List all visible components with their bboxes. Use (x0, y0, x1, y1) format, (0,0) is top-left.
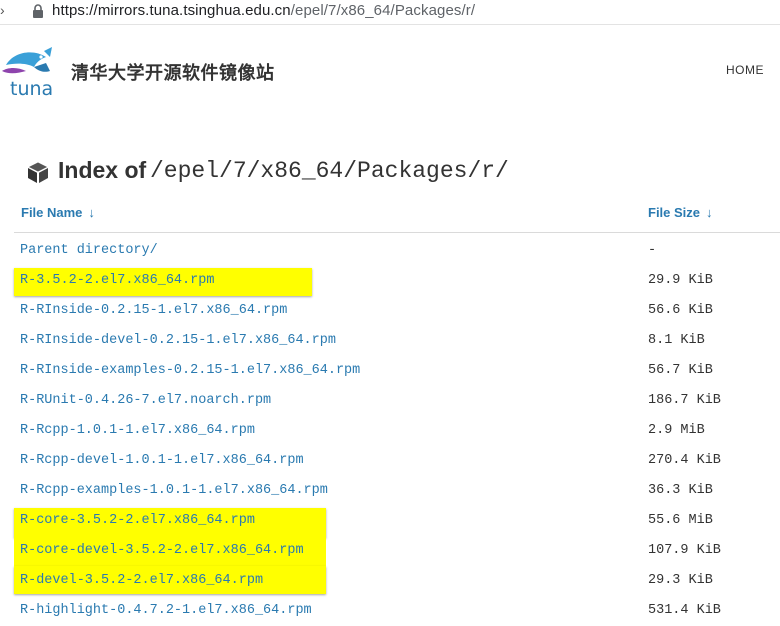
file-link[interactable]: R-core-3.5.2-2.el7.x86_64.rpm (20, 513, 255, 528)
table-row: R-core-3.5.2-2.el7.x86_64.rpm 55.6 MiB (0, 506, 780, 538)
site-header: tuna 清华大学开源软件镜像站 HOME (0, 25, 780, 111)
table-row: R-RInside-devel-0.2.15-1.el7.x86_64.rpm … (0, 326, 780, 356)
index-label: Index of (58, 157, 147, 183)
url-scheme: https:// (52, 2, 98, 19)
file-size: 36.3 KiB (648, 483, 713, 498)
table-row: R-RUnit-0.4.26-7.el7.noarch.rpm 186.7 Ki… (0, 386, 780, 416)
site-title[interactable]: 清华大学开源软件镜像站 (71, 59, 275, 85)
file-link[interactable]: R-Rcpp-devel-1.0.1-1.el7.x86_64.rpm (20, 453, 304, 468)
header-divider (14, 232, 780, 233)
file-size: 2.9 MiB (648, 423, 705, 438)
lock-icon (33, 4, 43, 18)
table-row: R-highlight-0.4.7.2-1.el7.x86_64.rpm 531… (0, 596, 780, 626)
file-size: 56.6 KiB (648, 303, 713, 318)
file-size: 55.6 MiB (648, 513, 713, 528)
svg-text:tuna: tuna (10, 78, 53, 100)
address-bar[interactable]: › https://mirrors.tuna.tsinghua.edu.cn/e… (0, 0, 780, 25)
table-row: R-Rcpp-examples-1.0.1-1.el7.x86_64.rpm 3… (0, 476, 780, 506)
table-row: R-Rcpp-devel-1.0.1-1.el7.x86_64.rpm 270.… (0, 446, 780, 476)
file-size: 107.9 KiB (648, 543, 721, 558)
file-size: 29.3 KiB (648, 573, 713, 588)
file-size: 186.7 KiB (648, 393, 721, 408)
column-header-file-size[interactable]: File Size ↓ (648, 205, 713, 220)
sort-arrow-down-icon: ↓ (88, 205, 95, 220)
file-link[interactable]: R-core-devel-3.5.2-2.el7.x86_64.rpm (20, 543, 304, 558)
table-row: R-RInside-examples-0.2.15-1.el7.x86_64.r… (0, 356, 780, 386)
file-link[interactable]: R-RInside-devel-0.2.15-1.el7.x86_64.rpm (20, 333, 336, 348)
table-row: R-Rcpp-1.0.1-1.el7.x86_64.rpm 2.9 MiB (0, 416, 780, 446)
nav-home-link[interactable]: HOME (726, 63, 764, 77)
file-link[interactable]: R-RInside-0.2.15-1.el7.x86_64.rpm (20, 303, 287, 318)
column-header-file-name[interactable]: File Name ↓ (21, 205, 95, 220)
file-size: 29.9 KiB (648, 273, 713, 288)
file-size: 56.7 KiB (648, 363, 713, 378)
file-size: - (648, 243, 657, 258)
file-link[interactable]: R-Rcpp-1.0.1-1.el7.x86_64.rpm (20, 423, 255, 438)
column-label-file-size: File Size (648, 205, 701, 220)
index-path: /epel/7/x86_64/Packages/r/ (150, 158, 509, 184)
table-row: R-devel-3.5.2-2.el7.x86_64.rpm 29.3 KiB (0, 566, 780, 596)
file-link[interactable]: R-RInside-examples-0.2.15-1.el7.x86_64.r… (20, 363, 360, 378)
column-label-file-name: File Name (21, 205, 83, 220)
table-row: Parent directory/ - (0, 236, 780, 266)
tuna-logo[interactable]: tuna (0, 45, 64, 101)
table-row: R-RInside-0.2.15-1.el7.x86_64.rpm 56.6 K… (0, 296, 780, 326)
file-link[interactable]: R-Rcpp-examples-1.0.1-1.el7.x86_64.rpm (20, 483, 328, 498)
file-link[interactable]: R-3.5.2-2.el7.x86_64.rpm (20, 273, 214, 288)
file-size: 270.4 KiB (648, 453, 721, 468)
file-link[interactable]: R-RUnit-0.4.26-7.el7.noarch.rpm (20, 393, 271, 408)
box-icon (27, 161, 49, 183)
file-size: 531.4 KiB (648, 603, 721, 618)
url-host: mirrors.tuna.tsinghua.edu.cn (97, 2, 291, 19)
file-link[interactable]: R-highlight-0.4.7.2-1.el7.x86_64.rpm (20, 603, 312, 618)
chevron-left-icon[interactable]: › (0, 2, 5, 18)
table-row: R-core-devel-3.5.2-2.el7.x86_64.rpm 107.… (0, 536, 780, 566)
url-path: /epel/7/x86_64/Packages/r/ (290, 2, 476, 19)
file-link[interactable]: Parent directory/ (20, 243, 158, 258)
file-link[interactable]: R-devel-3.5.2-2.el7.x86_64.rpm (20, 573, 263, 588)
sort-arrow-down-icon: ↓ (706, 205, 713, 220)
url-text[interactable]: https://mirrors.tuna.tsinghua.edu.cn/epe… (52, 2, 475, 19)
table-row: R-3.5.2-2.el7.x86_64.rpm 29.9 KiB (0, 266, 780, 296)
file-size: 8.1 KiB (648, 333, 705, 348)
